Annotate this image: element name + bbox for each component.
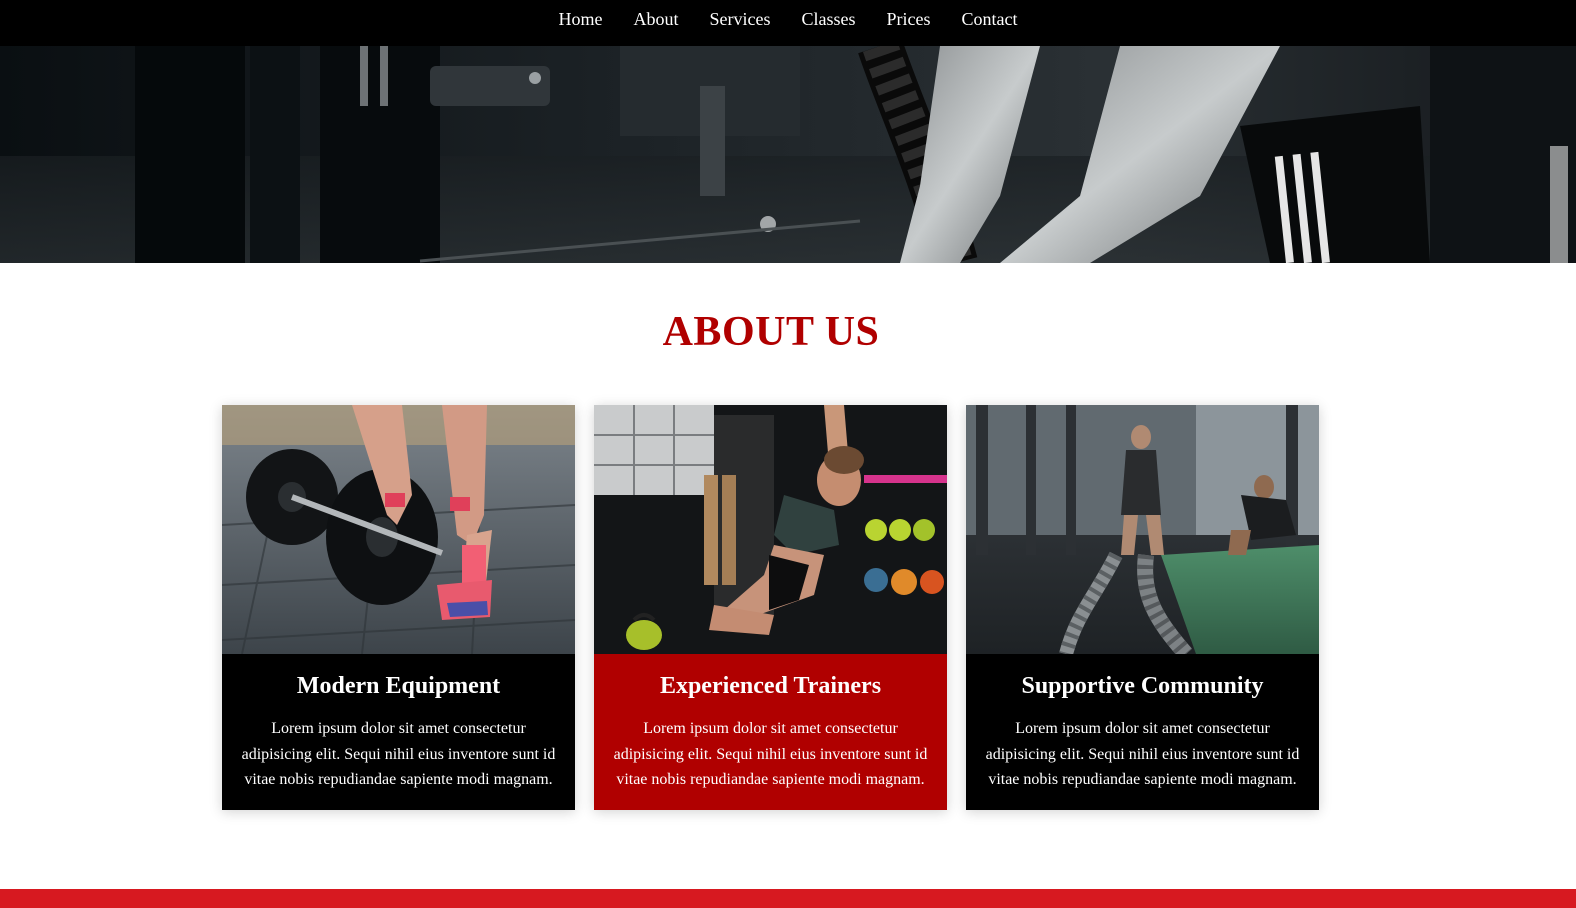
- nav-link-home[interactable]: Home: [559, 0, 603, 42]
- trainer-photo: [594, 405, 947, 654]
- card-image-barbell: [222, 405, 575, 654]
- about-card-supportive-community: Supportive Community Lorem ipsum dolor s…: [966, 405, 1319, 810]
- card-title: Supportive Community: [1021, 673, 1264, 699]
- card-body: Experienced Trainers Lorem ipsum dolor s…: [594, 654, 947, 810]
- about-card-modern-equipment: Modern Equipment Lorem ipsum dolor sit a…: [222, 405, 575, 810]
- barbell-photo: [222, 405, 575, 654]
- footer-red-bar: [0, 889, 1576, 908]
- nav-link-prices[interactable]: Prices: [886, 0, 930, 42]
- about-card-experienced-trainers: Experienced Trainers Lorem ipsum dolor s…: [594, 405, 947, 810]
- nav-link-services[interactable]: Services: [710, 0, 771, 42]
- about-section-title: ABOUT US: [662, 309, 880, 355]
- hero-banner-image: [0, 46, 1576, 263]
- card-description: Lorem ipsum dolor sit amet consectetur a…: [613, 720, 928, 788]
- card-description: Lorem ipsum dolor sit amet consectetur a…: [241, 720, 556, 788]
- nav-link-about[interactable]: About: [634, 0, 679, 42]
- card-image-trainer: [594, 405, 947, 654]
- top-navbar: Home About Services Classes Prices Conta…: [0, 0, 1576, 46]
- card-body: Supportive Community Lorem ipsum dolor s…: [966, 654, 1319, 810]
- card-image-community: [966, 405, 1319, 654]
- community-photo: [966, 405, 1319, 654]
- card-title: Experienced Trainers: [659, 673, 882, 699]
- nav-link-classes[interactable]: Classes: [801, 0, 855, 42]
- card-body: Modern Equipment Lorem ipsum dolor sit a…: [222, 654, 575, 810]
- nav-link-contact[interactable]: Contact: [961, 0, 1017, 42]
- hero-gym-photo: [0, 46, 1576, 263]
- card-title: Modern Equipment: [296, 673, 501, 699]
- card-description: Lorem ipsum dolor sit amet consectetur a…: [985, 720, 1300, 788]
